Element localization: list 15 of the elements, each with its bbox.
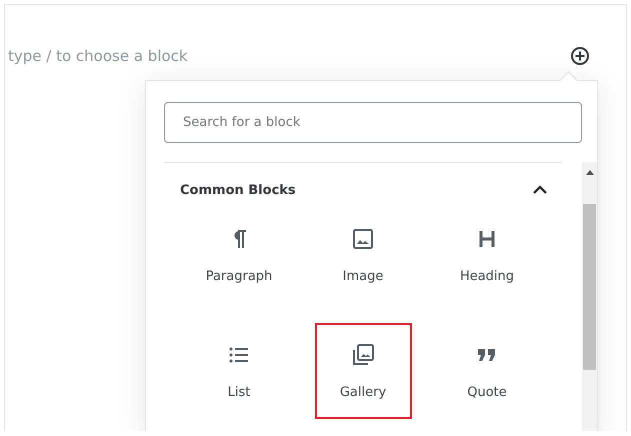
block-item[interactable]: Paragraph xyxy=(190,207,288,303)
gallery-icon xyxy=(351,342,375,366)
scrollbar[interactable] xyxy=(582,162,597,431)
image-icon xyxy=(351,226,375,250)
block-item[interactable]: Image xyxy=(314,207,412,303)
block-item[interactable]: List xyxy=(190,323,288,419)
section-title: Common Blocks xyxy=(180,182,296,198)
chevron-icon[interactable] xyxy=(532,184,548,196)
block-item[interactable]: Heading xyxy=(438,207,536,303)
block-item[interactable]: Quote xyxy=(438,323,536,419)
add-block-icon[interactable] xyxy=(570,46,590,66)
block-item[interactable]: Gallery xyxy=(314,323,412,419)
search-field[interactable]: Search for a block xyxy=(164,102,582,143)
block-hint: type / to choose a block xyxy=(8,47,188,65)
scroll-up-icon[interactable] xyxy=(586,170,594,175)
